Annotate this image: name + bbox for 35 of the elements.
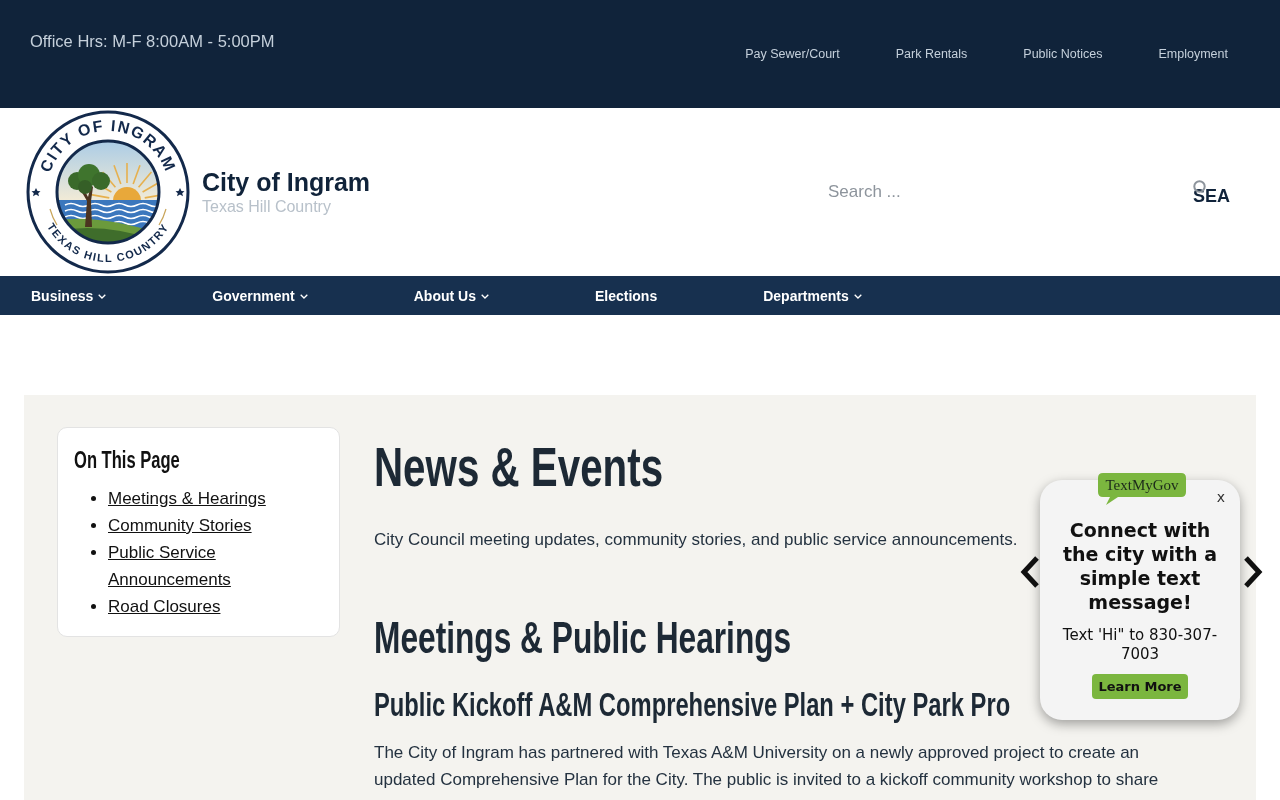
- nav-item[interactable]: About Us: [413, 286, 489, 305]
- intro-text: City Council meeting updates, community stories, and public service announcements.: [374, 529, 1018, 551]
- nav-item[interactable]: Business: [31, 286, 107, 305]
- chevron-right-icon[interactable]: [1243, 555, 1263, 589]
- page-title: News & Events: [374, 434, 664, 500]
- page-link[interactable]: Meetings & Hearings: [108, 485, 266, 512]
- popup-heading: Connect with the city with a simple text message!: [1061, 518, 1219, 614]
- site-title[interactable]: City of Ingram: [202, 167, 371, 197]
- textmygov-logo: TextMyGov: [1098, 473, 1186, 505]
- article-title: Public Kickoff A&M Comprehensive Plan + City Park Pro: [374, 686, 1011, 724]
- section-title: Meetings & Public Hearings: [374, 612, 792, 664]
- page-link[interactable]: Community Stories: [108, 512, 252, 539]
- close-button[interactable]: x: [1216, 489, 1225, 505]
- office-hours: Office Hrs: M-F 8:00AM - 5:00PM: [30, 31, 275, 52]
- site-tagline: Texas Hill Country: [202, 197, 332, 217]
- page-link[interactable]: Road Closures: [108, 593, 221, 620]
- learn-more-button[interactable]: Learn More: [1092, 674, 1188, 699]
- nav-item[interactable]: Government: [212, 286, 308, 305]
- bullet-icon: [91, 550, 96, 555]
- top-link[interactable]: Public Notices: [1023, 46, 1103, 62]
- submit-button[interactable]: SEA: [1193, 179, 1230, 205]
- nav-item[interactable]: Elections: [594, 286, 658, 305]
- search-field[interactable]: Search ...: [817, 172, 1183, 212]
- nav-item[interactable]: Departments: [763, 286, 862, 305]
- article-text: The City of Ingram has partnered with Texas A&M University on a newly approved project to create an updated Comprehensive Plan for the City. The public is invited to a kickoff community workshop to share: [374, 742, 1159, 791]
- top-link[interactable]: Employment: [1158, 46, 1228, 62]
- page-link[interactable]: Public Service Announcements: [108, 539, 323, 593]
- bullet-icon: [91, 496, 96, 501]
- card-title: On This Page: [74, 446, 180, 474]
- top-link[interactable]: Pay Sewer/Court: [745, 46, 840, 62]
- chevron-left-icon[interactable]: [1020, 555, 1040, 589]
- top-link[interactable]: Park Rentals: [895, 46, 968, 62]
- popup-text: Text 'Hi" to 830-307-7003: [1061, 626, 1219, 664]
- bullet-icon: [91, 523, 96, 528]
- bullet-icon: [91, 604, 96, 609]
